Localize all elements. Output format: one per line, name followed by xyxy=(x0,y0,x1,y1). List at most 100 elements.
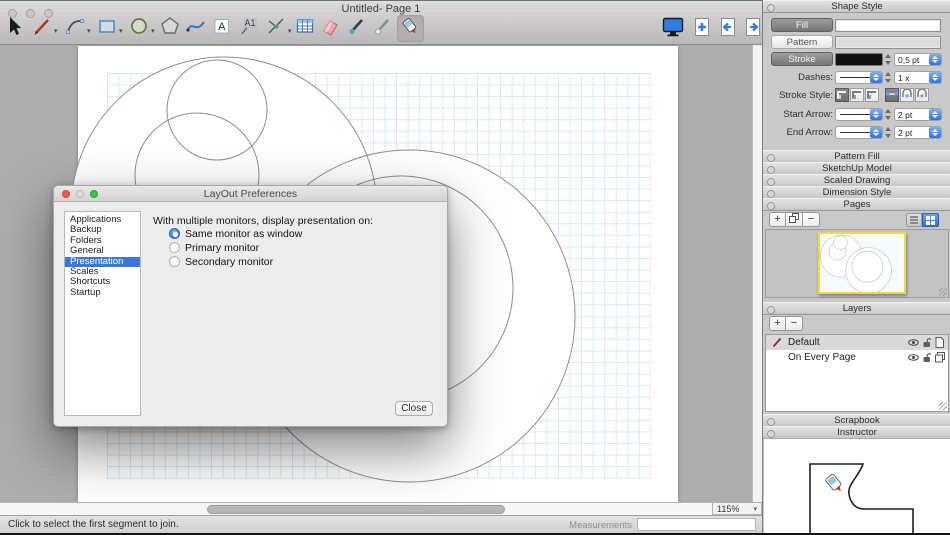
fill-color-well[interactable] xyxy=(835,19,941,32)
table-icon xyxy=(292,13,318,44)
combo-arrows-icon xyxy=(929,127,941,138)
freehand-tool-button[interactable] xyxy=(183,15,210,42)
preferences-category-list[interactable]: ApplicationsBackupFoldersGeneralPresenta… xyxy=(64,211,141,416)
circle-tool-button[interactable] xyxy=(126,15,153,42)
pref-category-startup[interactable]: Startup xyxy=(65,288,140,298)
rectangle-tool-dropdown-arrow[interactable]: ▾ xyxy=(119,27,123,35)
corner-style-button-2[interactable] xyxy=(850,88,864,102)
end-arrow-stepper[interactable] xyxy=(885,126,892,139)
pattern-button[interactable]: Pattern xyxy=(771,35,833,49)
select-tool-button[interactable] xyxy=(1,15,28,42)
circle-tool-dropdown-arrow[interactable]: ▾ xyxy=(151,27,155,35)
layer-visibility-eye-icon[interactable] xyxy=(908,352,919,367)
cap-style-button-1[interactable] xyxy=(885,88,899,102)
stroke-color-swatch[interactable] xyxy=(835,53,883,66)
stroke-width-stepper[interactable] xyxy=(885,53,892,66)
dialog-title: LayOut Preferences xyxy=(54,188,447,200)
remove-layer-button[interactable]: − xyxy=(786,316,803,331)
cap-style-button-3[interactable] xyxy=(915,88,929,102)
resize-grip[interactable] xyxy=(939,402,947,410)
horizontal-scrollbar-thumb[interactable] xyxy=(207,505,505,514)
dashes-select[interactable] xyxy=(835,71,883,84)
horizontal-scrollbar[interactable] xyxy=(0,502,712,515)
start-arrow-stepper[interactable] xyxy=(885,108,892,121)
pages-header[interactable]: Pages xyxy=(763,198,950,211)
layer-row-default[interactable]: Default xyxy=(766,335,948,350)
resize-grip[interactable] xyxy=(939,288,947,296)
dashes-scale-stepper[interactable] xyxy=(885,71,892,84)
dimension-tool-button[interactable] xyxy=(263,15,290,42)
pages-grid-view-button[interactable] xyxy=(922,213,939,227)
polygon-tool-button[interactable] xyxy=(157,15,184,42)
end-arrow-size-select[interactable]: 2 pt xyxy=(894,126,942,139)
radio-button[interactable] xyxy=(169,242,180,253)
polygon-icon xyxy=(157,13,183,44)
table-tool-button[interactable] xyxy=(292,15,319,42)
layer-row-on-every-page[interactable]: On Every Page xyxy=(766,350,948,365)
plain-arrow-icon xyxy=(840,114,870,115)
stroke-style-label: Stroke Style: xyxy=(763,90,833,101)
join-glue-bottle-icon xyxy=(825,474,845,495)
layer-name: Default xyxy=(788,335,820,350)
start-presentation-button[interactable] xyxy=(661,17,685,41)
start-arrow-size-select[interactable]: 2 pt xyxy=(894,108,942,121)
svg-text:A: A xyxy=(218,21,226,33)
add-page-button[interactable]: + xyxy=(769,212,786,227)
dashes-scale-select[interactable]: 1 x xyxy=(894,71,942,84)
combo-arrows-icon xyxy=(929,72,941,83)
pick-style-tool-button[interactable] xyxy=(370,15,397,42)
add-layer-button[interactable]: + xyxy=(769,316,786,331)
previous-page-button[interactable] xyxy=(716,17,740,41)
style-tool-button[interactable] xyxy=(344,15,371,42)
label-tool-button[interactable]: A1 xyxy=(236,15,263,42)
end-arrow-select[interactable] xyxy=(835,126,883,139)
style-icon xyxy=(344,13,370,44)
layers-header[interactable]: Layers xyxy=(763,302,950,315)
cap-style-button-2[interactable] xyxy=(900,88,914,102)
corner-style-button-1[interactable] xyxy=(835,88,849,102)
pages-list-view-button[interactable] xyxy=(906,213,922,227)
eraser-tool-button[interactable] xyxy=(317,15,344,42)
zoom-level-select[interactable]: 115% ▾ xyxy=(712,502,762,515)
rectangle-tool-button[interactable] xyxy=(94,15,121,42)
presentation-heading: With multiple monitors, display presenta… xyxy=(153,215,373,227)
arc-tool-button[interactable] xyxy=(62,15,89,42)
fill-button[interactable]: Fill xyxy=(771,18,833,32)
svg-text:A1: A1 xyxy=(244,18,255,28)
text-tool-button[interactable]: A xyxy=(209,15,236,42)
start-arrow-select[interactable] xyxy=(835,108,883,121)
cap-style-icon xyxy=(886,90,898,101)
close-button[interactable]: Close xyxy=(395,401,433,416)
radio-button[interactable] xyxy=(169,228,180,239)
combo-arrows-icon xyxy=(870,72,882,83)
line-tool-button[interactable] xyxy=(29,15,56,42)
radio-label: Primary monitor xyxy=(185,242,259,254)
list-view-icon xyxy=(910,216,918,224)
status-bar: Click to select the first segment to joi… xyxy=(0,515,762,533)
line-tool-dropdown-arrow[interactable]: ▾ xyxy=(54,27,58,35)
stroke-width-select[interactable]: 0,5 pt xyxy=(894,53,942,66)
freehand-icon xyxy=(183,13,209,44)
arc-tool-dropdown-arrow[interactable]: ▾ xyxy=(87,27,91,35)
label-icon: A1 xyxy=(236,13,262,44)
layer-share-icon[interactable] xyxy=(935,352,945,368)
add-page-button[interactable] xyxy=(690,17,714,41)
measurements-input[interactable] xyxy=(637,518,756,531)
titlebar-toolbar: Untitled- Page 1 ▾▾▾▾AA1▾ xyxy=(0,0,762,45)
pattern-well[interactable] xyxy=(835,36,941,49)
vertical-scrollbar[interactable] xyxy=(752,45,762,502)
corner-style-button-3[interactable] xyxy=(865,88,879,102)
remove-page-button[interactable]: − xyxy=(803,212,820,227)
dialog-titlebar[interactable]: LayOut Preferences xyxy=(54,186,447,202)
page-thumbnail-selected[interactable] xyxy=(818,232,906,294)
duplicate-page-button[interactable] xyxy=(786,212,803,227)
stroke-button[interactable]: Stroke xyxy=(771,52,833,66)
radio-button[interactable] xyxy=(169,256,180,267)
join-tool-button[interactable] xyxy=(397,15,424,42)
radio-label: Secondary monitor xyxy=(185,256,273,268)
layer-lock-icon[interactable] xyxy=(922,352,932,368)
dimension-icon xyxy=(263,13,289,44)
instructor-panel xyxy=(764,438,950,533)
shape-style-header[interactable]: Shape Style xyxy=(763,0,950,13)
line-icon xyxy=(29,13,55,44)
